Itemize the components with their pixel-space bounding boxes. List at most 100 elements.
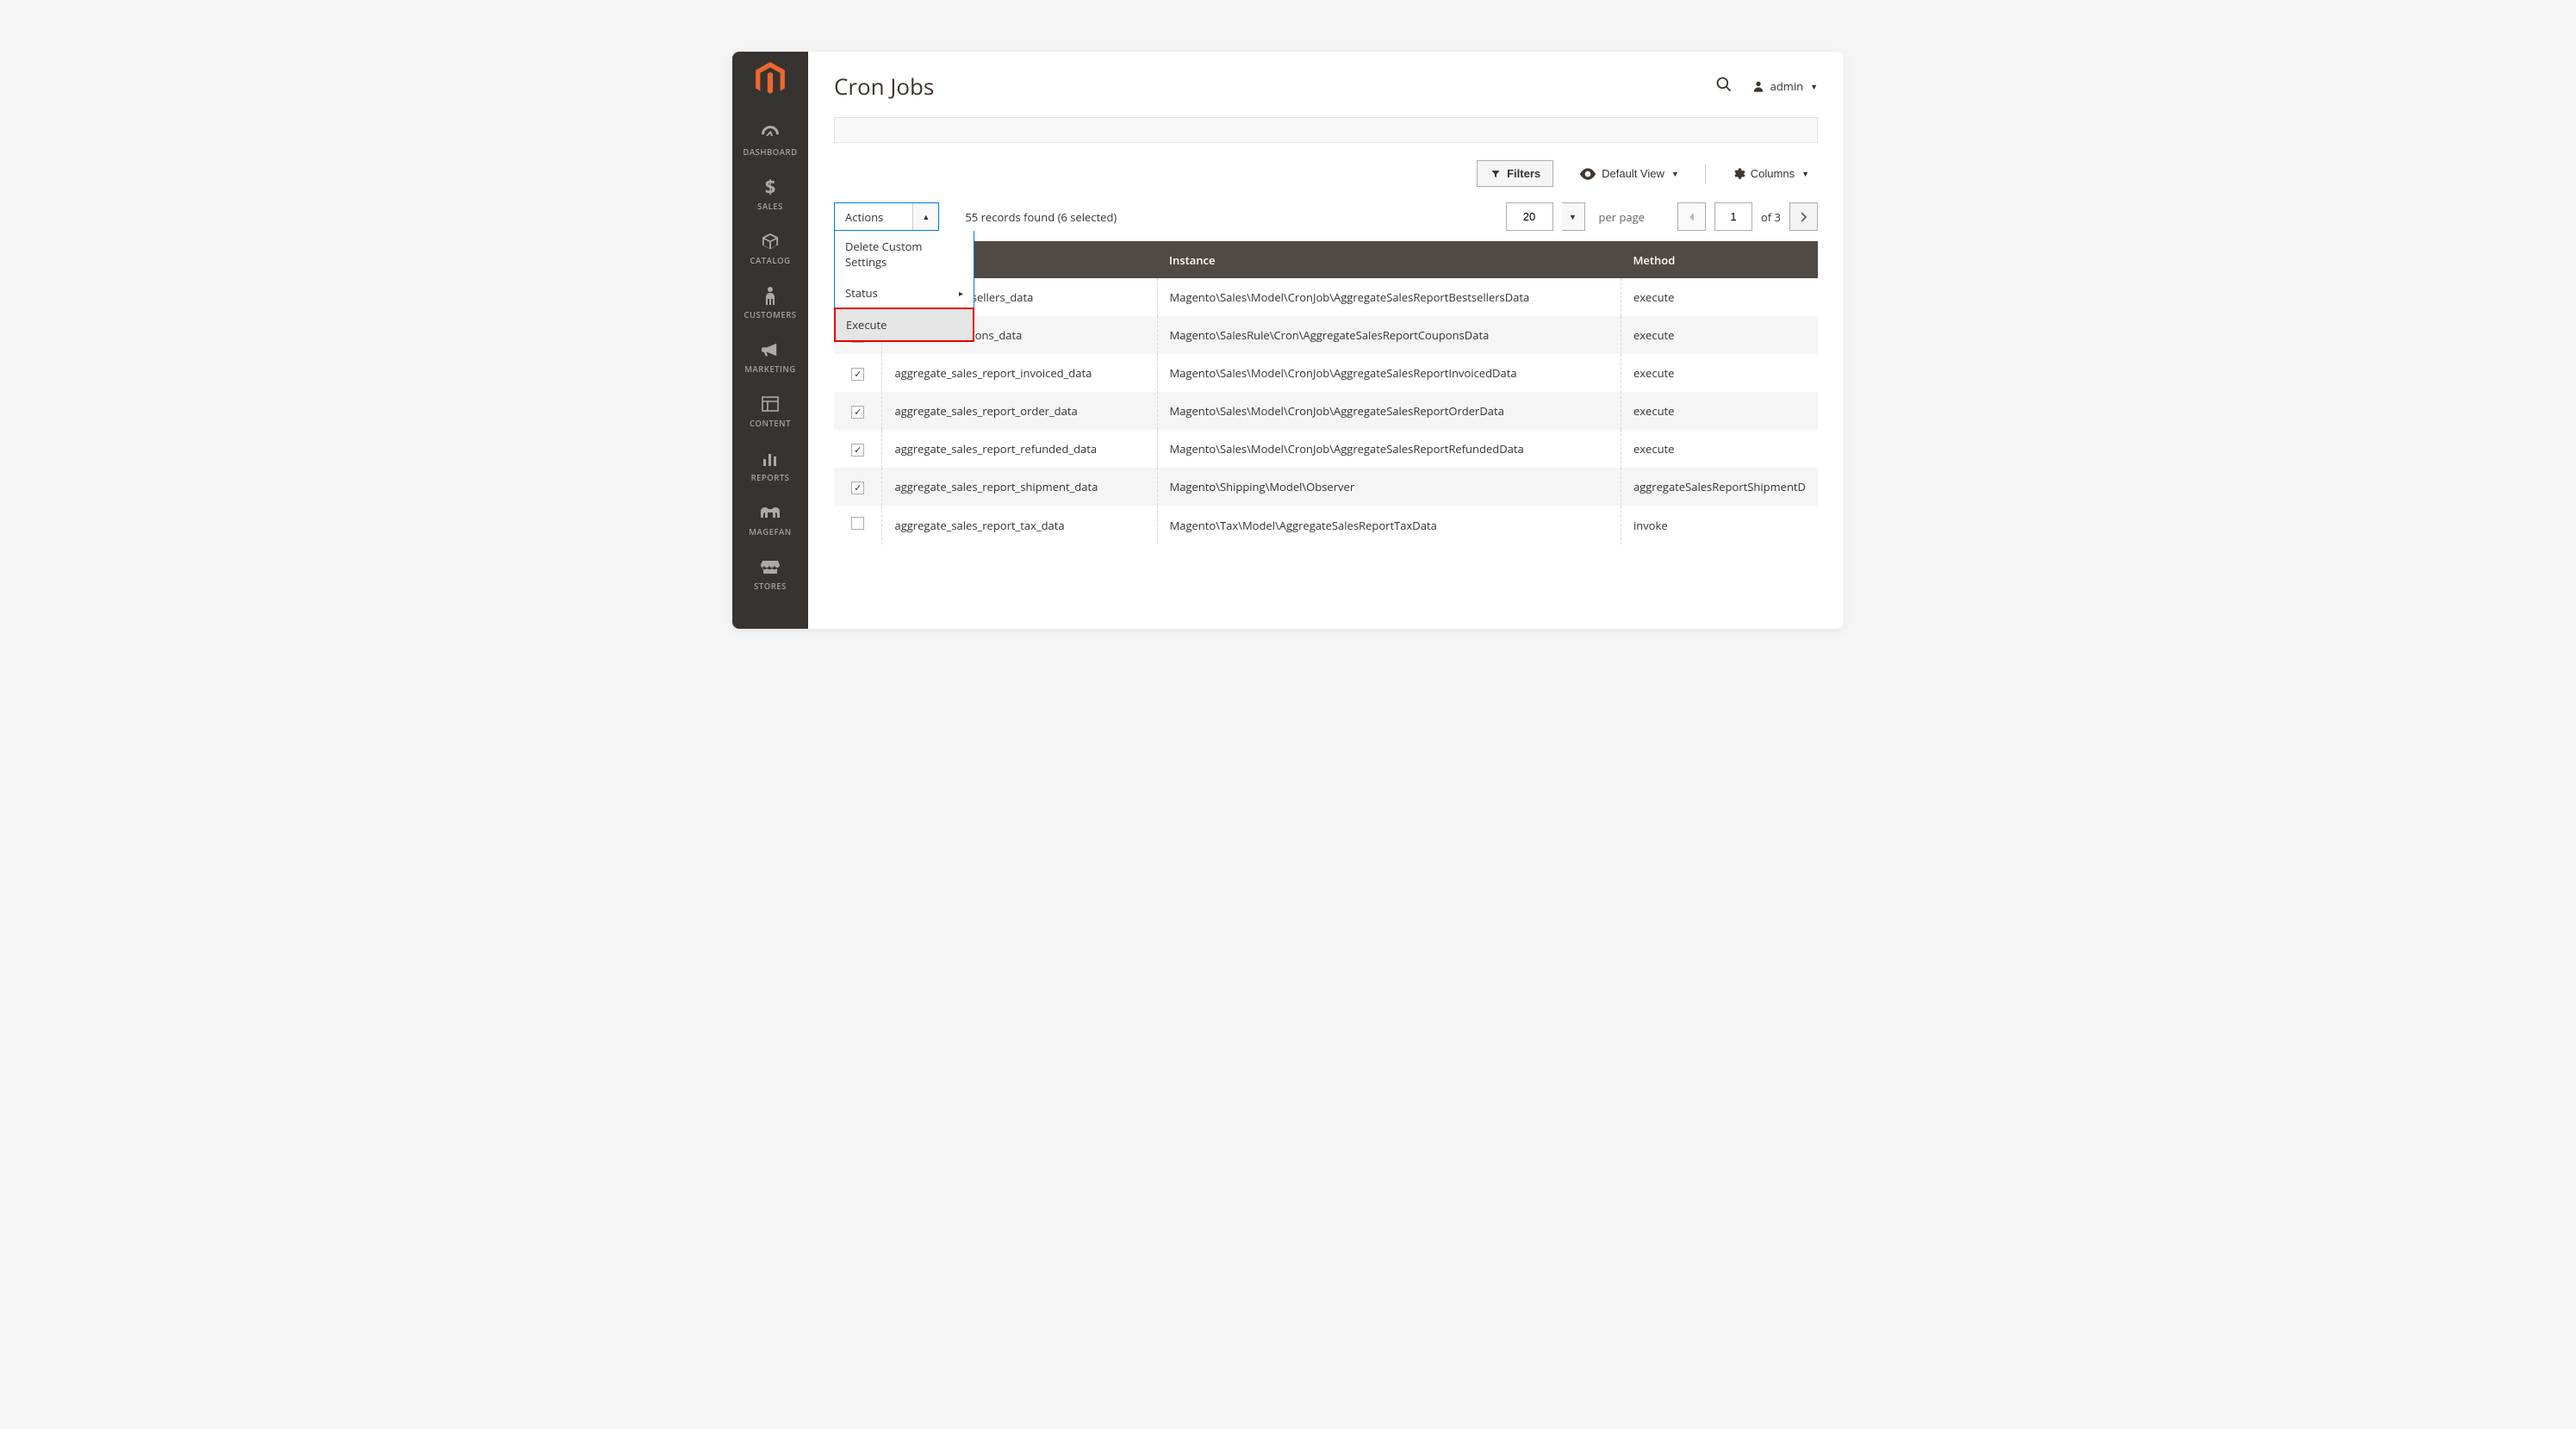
grid-controls: Actions ▲ Delete Custom SettingsStatusEx… <box>808 202 1844 231</box>
table-row[interactable]: ✓ aggregate_sales_report_invoiced_dataMag… <box>834 354 1818 392</box>
prev-page-button[interactable] <box>1677 202 1706 231</box>
columns-button[interactable]: Columns ▼ <box>1723 162 1818 186</box>
page-number-input[interactable] <box>1714 202 1752 231</box>
megaphone-icon <box>761 339 780 360</box>
cell-instance: Magento\Sales\Model\CronJob\AggregateSal… <box>1157 430 1621 468</box>
grid-toolbar: Filters Default View ▼ Columns ▼ <box>808 160 1844 202</box>
page-header: Cron Jobs admin ▼ <box>808 52 1844 117</box>
sidebar: DASHBOARD $ SALES CATALOG CUSTOMERS MARKETING… <box>732 52 808 629</box>
sidebar-item-customers[interactable]: CUSTOMERS <box>743 275 797 329</box>
sidebar-item-stores[interactable]: STORES <box>743 546 797 600</box>
chevron-left-icon <box>1688 212 1695 222</box>
cell-instance: Magento\Sales\Model\CronJob\AggregateSal… <box>1157 354 1621 392</box>
admin-wrapper: DASHBOARD $ SALES CATALOG CUSTOMERS MARKETING… <box>732 52 1844 629</box>
funnel-icon <box>1490 169 1502 179</box>
sidebar-item-catalog[interactable]: CATALOG <box>743 221 797 275</box>
cell-instance: Magento\Sales\Model\CronJob\AggregateSal… <box>1157 278 1621 316</box>
actions-menu-item[interactable]: Delete Custom Settings <box>835 231 974 277</box>
table-row[interactable]: aggregate_sales_report_tax_dataMagento\T… <box>834 506 1818 544</box>
toolbar-divider <box>1705 165 1706 183</box>
sidebar-item-label: SALES <box>757 201 783 212</box>
person-icon <box>764 285 776 306</box>
sidebar-item-label: MAGEFAN <box>749 526 792 537</box>
dashboard-icon <box>760 122 781 143</box>
page-of-label: of 3 <box>1761 209 1781 225</box>
cell-instance: Magento\SalesRule\Cron\AggregateSalesRep… <box>1157 316 1621 354</box>
row-checkbox[interactable] <box>851 517 864 530</box>
sidebar-item-reports[interactable]: REPORTS <box>743 438 797 492</box>
dollar-icon: $ <box>765 177 776 197</box>
cell-code: aggregate_sales_report_tax_data <box>882 506 1157 544</box>
sidebar-item-label: STORES <box>754 581 787 592</box>
chevron-right-icon <box>1801 212 1808 222</box>
page-size-input[interactable] <box>1506 202 1553 231</box>
page-size-dropdown[interactable]: ▼ <box>1562 202 1585 231</box>
sidebar-item-sales[interactable]: $ SALES <box>743 166 797 221</box>
notification-bar <box>834 117 1818 143</box>
cell-instance: Magento\Sales\Model\CronJob\AggregateSal… <box>1157 392 1621 430</box>
row-checkbox[interactable]: ✓ <box>851 406 864 419</box>
column-header-instance[interactable]: Instance <box>1157 241 1621 278</box>
sidebar-item-label: DASHBOARD <box>743 146 797 158</box>
eye-icon <box>1579 168 1596 180</box>
cell-method: aggregateSalesReportShipmentD <box>1621 468 1818 506</box>
row-checkbox[interactable]: ✓ <box>851 368 864 381</box>
cell-code: aggregate_sales_report_shipment_data <box>882 468 1157 506</box>
sidebar-item-label: CUSTOMERS <box>744 309 797 320</box>
default-view-button[interactable]: Default View ▼ <box>1571 162 1688 185</box>
actions-dropdown[interactable]: Actions ▲ Delete Custom SettingsStatusEx… <box>834 202 939 231</box>
table-row[interactable]: ✓aggregate_sales_report_refunded_dataMag… <box>834 430 1818 468</box>
header-actions: admin ▼ <box>1715 75 1818 98</box>
page-title: Cron Jobs <box>834 71 1715 102</box>
column-header-method[interactable]: Method <box>1621 241 1818 278</box>
actions-menu: Delete Custom SettingsStatusExecute <box>834 231 974 342</box>
magento-logo-icon[interactable] <box>753 62 787 96</box>
cell-method: execute <box>1621 392 1818 430</box>
main-content: Cron Jobs admin ▼ Filters Default Vi <box>808 52 1844 629</box>
table-row[interactable]: ✓ aggregate_sales_report_shipment_dataMag… <box>834 468 1818 506</box>
grid-table: ▼ Instance Method ✓es_report_bestsellers… <box>834 241 1818 544</box>
page-size-control: ▼ per page <box>1506 202 1662 231</box>
bars-icon <box>762 448 779 469</box>
box-icon <box>761 231 780 252</box>
table-row[interactable]: ✓es_report_bestsellers_dataMagento\Sales… <box>834 278 1818 316</box>
cell-instance: Magento\Tax\Model\AggregateSalesReportTa… <box>1157 506 1621 544</box>
caret-up-icon[interactable]: ▲ <box>912 203 938 230</box>
cell-method: execute <box>1621 354 1818 392</box>
caret-down-icon: ▼ <box>1810 81 1818 92</box>
actions-menu-item[interactable]: Status <box>835 277 974 308</box>
caret-down-icon: ▼ <box>1671 170 1679 178</box>
layout-icon <box>762 394 779 414</box>
sidebar-item-content[interactable]: CONTENT <box>743 383 797 438</box>
cell-code: aggregate_sales_report_invoiced_data <box>882 354 1157 392</box>
table-row[interactable]: ✓es_report_coupons_dataMagento\SalesRule… <box>834 316 1818 354</box>
search-icon[interactable] <box>1715 75 1733 98</box>
filters-button[interactable]: Filters <box>1477 160 1553 187</box>
cell-method: execute <box>1621 278 1818 316</box>
actions-menu-item[interactable]: Execute <box>834 308 974 342</box>
cell-method: execute <box>1621 430 1818 468</box>
actions-button[interactable]: Actions ▲ <box>834 202 939 231</box>
row-checkbox[interactable]: ✓ <box>851 482 864 494</box>
cell-instance: Magento\Shipping\Model\Observer <box>1157 468 1621 506</box>
stores-icon <box>761 556 780 577</box>
cron-jobs-table: ▼ Instance Method ✓es_report_bestsellers… <box>834 241 1818 544</box>
admin-user-label: admin <box>1770 78 1803 94</box>
sidebar-item-magefan[interactable]: MAGEFAN <box>743 492 797 546</box>
cell-method: execute <box>1621 316 1818 354</box>
records-found-text: 55 records found (6 selected) <box>965 209 1117 225</box>
sidebar-item-label: MARKETING <box>744 363 796 375</box>
cell-method: invoke <box>1621 506 1818 544</box>
caret-down-icon: ▼ <box>1801 170 1809 178</box>
sidebar-item-dashboard[interactable]: DASHBOARD <box>743 112 797 166</box>
pagination: of 3 <box>1677 202 1818 231</box>
next-page-button[interactable] <box>1789 202 1818 231</box>
table-row[interactable]: ✓ aggregate_sales_report_order_dataMagent… <box>834 392 1818 430</box>
admin-user-menu[interactable]: admin ▼ <box>1752 78 1818 94</box>
gear-icon <box>1732 167 1745 181</box>
row-checkbox[interactable]: ✓ <box>851 444 864 457</box>
sidebar-item-marketing[interactable]: MARKETING <box>743 329 797 383</box>
cell-code: aggregate_sales_report_order_data <box>882 392 1157 430</box>
elephant-icon <box>760 502 781 523</box>
sidebar-item-label: CATALOG <box>750 255 791 266</box>
